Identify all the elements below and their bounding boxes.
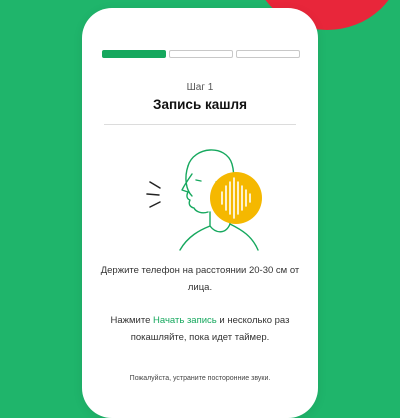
divider [104,124,296,125]
noise-note: Пожалуйста, устраните посторонние звуки. [129,375,271,382]
progress-bar [102,50,300,58]
progress-segment-1 [102,50,166,58]
distance-instruction: Держите телефон на расстоянии 20-30 см о… [100,265,300,293]
step-label: Шаг 1 [186,82,214,93]
cough-illustration [130,136,270,259]
cough-lines [146,181,161,208]
record-instruction: Нажмите Начать запись и несколько раз по… [96,312,304,346]
sound-wave-icon [210,172,262,224]
page-title: Запись кашля [153,97,247,112]
progress-segment-3 [236,50,300,58]
progress-segment-2 [169,50,233,58]
phone-screen: Шаг 1 Запись кашля Держите телефон на ра… [82,8,318,418]
start-recording-link[interactable]: Начать запись [153,315,217,326]
record-instruction-before: Нажмите [110,315,154,326]
